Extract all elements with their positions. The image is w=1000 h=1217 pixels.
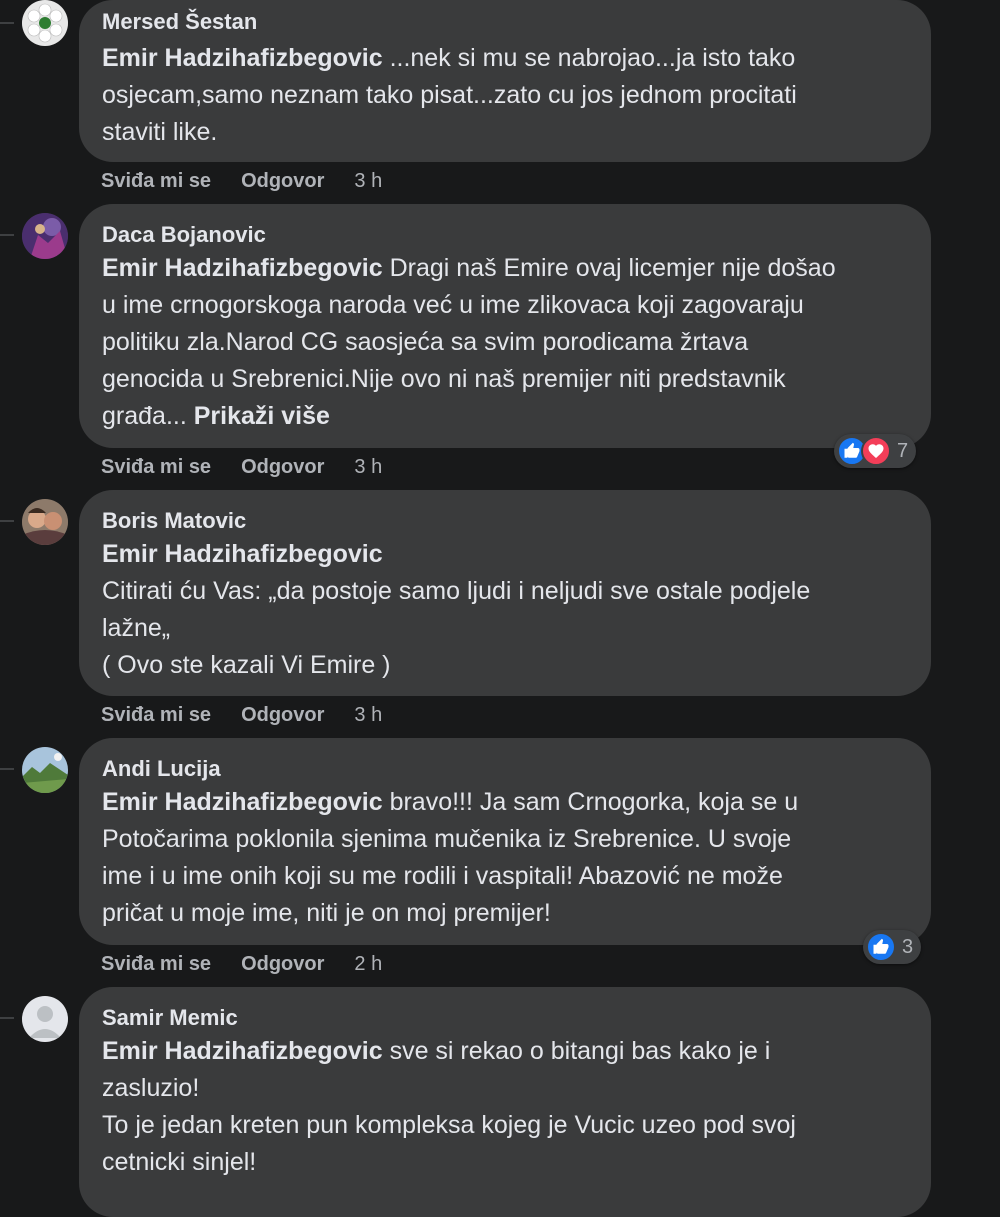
body-line: građa... (102, 402, 194, 430)
body-line: zasluzio! (102, 1074, 200, 1102)
comment-body: Emir Hadzihafizbegovic sve si rekao o bi… (102, 1033, 909, 1181)
comment-author[interactable]: Samir Memic (102, 1004, 909, 1032)
comment-actions: Sviđa mi se Odgovor 3 h (101, 701, 382, 729)
comment-timestamp[interactable]: 3 h (354, 701, 382, 729)
body-line: Dragi naš Emire ovaj licemjer nije došao (382, 254, 836, 282)
body-line: staviti like. (102, 118, 218, 146)
comment-body: Emir Hadzihafizbegovic ...nek si mu se n… (102, 40, 909, 151)
comment-actions: Sviđa mi se Odgovor 2 h (101, 950, 382, 978)
comment-author[interactable]: Andi Lucija (102, 755, 909, 783)
body-line: bravo!!! Ja sam Crnogorka, koja se u (382, 788, 799, 816)
thread-line (0, 1017, 14, 1019)
comment-bubble: Daca Bojanovic Emir Hadzihafizbegovic Dr… (79, 204, 931, 448)
reaction-count: 3 (902, 935, 914, 958)
comment-bubble: Andi Lucija Emir Hadzihafizbegovic bravo… (79, 738, 931, 945)
reply-button[interactable]: Odgovor (241, 950, 324, 978)
reaction-count: 7 (897, 439, 909, 462)
comment-bubble: Boris Matovic Emir Hadzihafizbegovic Cit… (79, 490, 931, 696)
reply-button[interactable]: Odgovor (241, 453, 324, 481)
body-line: sve si rekao o bitangi bas kako je i (382, 1037, 771, 1065)
body-line: osjecam,samo neznam tako pisat...zato cu… (102, 81, 797, 109)
mention-link[interactable]: Emir Hadzihafizbegovic (102, 1037, 383, 1065)
reply-button[interactable]: Odgovor (241, 701, 324, 729)
mention-link[interactable]: Emir Hadzihafizbegovic (102, 540, 383, 568)
comment-author[interactable]: Boris Matovic (102, 507, 909, 535)
comment-body: Emir Hadzihafizbegovic Dragi naš Emire o… (102, 250, 909, 435)
comment-bubble: Mersed Šestan Emir Hadzihafizbegovic ...… (79, 0, 931, 162)
body-line: Citirati ću Vas: „da postoje samo ljudi … (102, 577, 811, 605)
thread-line (0, 22, 14, 24)
landscape-avatar-icon[interactable] (22, 747, 68, 793)
default-user-avatar-icon[interactable] (22, 996, 68, 1042)
reaction-summary[interactable]: 3 (863, 930, 922, 964)
like-button[interactable]: Sviđa mi se (101, 950, 211, 978)
comment-body: Emir Hadzihafizbegovic bravo!!! Ja sam C… (102, 784, 909, 932)
comment-bubble: Samir Memic Emir Hadzihafizbegovic sve s… (79, 987, 931, 1217)
like-button[interactable]: Sviđa mi se (101, 453, 211, 481)
body-line: To je jedan kreten pun kompleksa kojeg j… (102, 1111, 796, 1139)
reaction-summary[interactable]: 7 (834, 434, 917, 468)
body-line: politiku zla.Narod CG saosjeća sa svim p… (102, 328, 749, 356)
comment-actions: Sviđa mi se Odgovor 3 h (101, 167, 382, 195)
body-line: ...nek si mu se nabrojao...ja isto tako (382, 44, 796, 72)
body-line: lažne„ (102, 614, 171, 642)
body-line: u ime crnogorskoga naroda već u ime zlik… (102, 291, 804, 319)
body-line: genocida u Srebrenici.Nije ovo ni naš pr… (102, 365, 786, 393)
thread-line (0, 520, 14, 522)
comment-timestamp[interactable]: 2 h (354, 950, 382, 978)
reply-button[interactable]: Odgovor (241, 167, 324, 195)
love-icon (861, 436, 891, 466)
flower-avatar-icon[interactable] (22, 0, 68, 46)
mention-link[interactable]: Emir Hadzihafizbegovic (102, 254, 383, 282)
like-icon (866, 932, 896, 962)
mention-link[interactable]: Emir Hadzihafizbegovic (102, 788, 383, 816)
body-line: Potočarima poklonila sjenima mučenika iz… (102, 825, 792, 853)
thread-line (0, 234, 14, 236)
photo-avatar-icon[interactable] (22, 213, 68, 259)
body-line: pričat u moje ime, niti je on moj premij… (102, 899, 551, 927)
mention-link[interactable]: Emir Hadzihafizbegovic (102, 44, 383, 72)
comment-timestamp[interactable]: 3 h (354, 453, 382, 481)
comment-author[interactable]: Daca Bojanovic (102, 221, 909, 249)
body-line: cetnicki sinjel! (102, 1148, 257, 1176)
comment-timestamp[interactable]: 3 h (354, 167, 382, 195)
comment-body: Emir Hadzihafizbegovic Citirati ću Vas: … (102, 536, 909, 684)
photo-avatar-icon[interactable] (22, 499, 68, 545)
comment-author[interactable]: Mersed Šestan (102, 8, 909, 36)
see-more-link[interactable]: Prikaži više (194, 402, 330, 430)
like-button[interactable]: Sviđa mi se (101, 701, 211, 729)
body-line: ( Ovo ste kazali Vi Emire ) (102, 651, 391, 679)
comment-actions: Sviđa mi se Odgovor 3 h (101, 453, 382, 481)
body-line: ime i u ime onih koji su me rodili i vas… (102, 862, 783, 890)
like-button[interactable]: Sviđa mi se (101, 167, 211, 195)
thread-line (0, 768, 14, 770)
